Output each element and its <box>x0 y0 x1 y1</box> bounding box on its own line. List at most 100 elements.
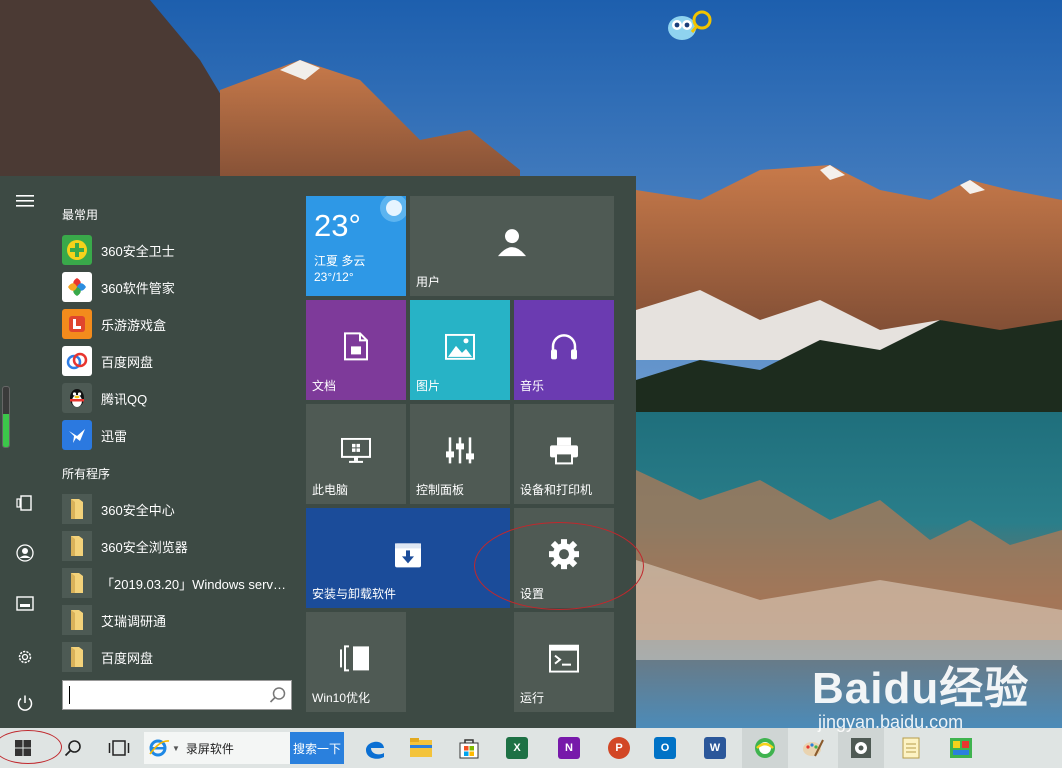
app-item-leyou-game-box[interactable]: 乐游游戏盒 <box>62 307 298 341</box>
powerpoint-icon: P <box>608 737 630 759</box>
taskbar-app-notepad[interactable] <box>888 728 934 768</box>
search-input[interactable] <box>67 681 261 709</box>
xunlei-bird-icon <box>62 420 92 450</box>
360-software-manager-icon <box>62 272 92 302</box>
taskbar-app-excel[interactable]: X <box>494 728 540 768</box>
tile-label: 控制面板 <box>416 483 465 497</box>
tile-label: 文档 <box>312 379 337 393</box>
tablet-mode-icon[interactable] <box>12 490 38 516</box>
folder-icon <box>62 494 92 524</box>
file-explorer-rail-icon[interactable] <box>12 590 38 616</box>
taskbar-app-outlook[interactable]: O <box>642 728 688 768</box>
install-box-icon <box>395 543 421 568</box>
tile-user[interactable]: 用户 <box>410 196 614 296</box>
dropdown-arrow-icon[interactable]: ▼ <box>172 744 180 753</box>
app-label: 艾瑞调研通 <box>101 613 167 629</box>
weather-range: 23°/12° <box>314 270 354 284</box>
excel-icon: X <box>506 737 528 759</box>
start-search-box[interactable] <box>62 680 292 710</box>
app-label: 360安全卫士 <box>101 243 175 259</box>
app-item-baidu-netdisk[interactable]: 百度网盘 <box>62 344 298 378</box>
taskbar-app-explorer[interactable] <box>398 728 444 768</box>
weather-location: 江夏 多云 <box>314 254 366 268</box>
image-viewer-icon <box>950 738 972 758</box>
settings-gear-icon[interactable] <box>12 644 38 670</box>
picture-icon <box>445 333 475 360</box>
app-label: 乐游游戏盒 <box>101 317 167 333</box>
app-label: 百度网盘 <box>101 650 154 666</box>
app-item-xunlei[interactable]: 迅雷 <box>62 418 298 452</box>
section-title-all-programs: 所有程序 <box>62 467 111 481</box>
tile-this-pc[interactable]: 此电脑 <box>306 404 406 504</box>
app-item-folder-baidu-netdisk[interactable]: 百度网盘 <box>62 640 298 674</box>
store-icon <box>459 739 479 759</box>
taskbar-app-paint[interactable] <box>790 728 836 768</box>
app-item-360-safeguard[interactable]: 360安全卫士 <box>62 233 298 267</box>
taskbar-app-powerpoint[interactable]: P <box>596 728 642 768</box>
taskbar-app-onenote[interactable]: N <box>546 728 592 768</box>
app-label: 360软件管家 <box>101 280 175 296</box>
tile-label: Win10优化 <box>312 691 371 705</box>
tile-pictures[interactable]: 图片 <box>410 300 510 400</box>
word-icon: W <box>704 737 726 759</box>
weather-temperature: 23° <box>314 208 361 243</box>
tile-label: 用户 <box>416 275 441 289</box>
taskbar-search-field[interactable]: ▼ 录屏软件 <box>144 732 290 764</box>
app-label: 百度网盘 <box>101 354 154 370</box>
tile-run[interactable]: 运行 <box>514 612 614 712</box>
app-item-folder-airui[interactable]: 艾瑞调研通 <box>62 603 298 637</box>
app-item-360-software-manager[interactable]: 360软件管家 <box>62 270 298 304</box>
power-icon[interactable] <box>12 690 38 716</box>
watermark-logo: Baidu经验 <box>812 664 1030 713</box>
tile-devices-printers[interactable]: 设备和打印机 <box>514 404 614 504</box>
app-item-folder-windows-server[interactable]: 「2019.03.20」Windows server... <box>62 566 298 600</box>
sun-icon <box>380 196 406 222</box>
sliders-icon <box>446 437 474 464</box>
tile-documents[interactable]: 文档 <box>306 300 406 400</box>
app-item-tencent-qq[interactable]: 腾讯QQ <box>62 381 298 415</box>
taskbar-app-settings[interactable] <box>838 728 884 768</box>
search-go-button[interactable]: 搜索一下 <box>290 732 344 764</box>
start-menu: 最常用 360安全卫士 360软件管家 乐游游戏盒 百度网盘 腾讯QQ 迅雷 所… <box>0 176 644 728</box>
folder-icon <box>62 568 92 598</box>
tile-weather[interactable]: 23° 江夏 多云 23°/12° <box>306 196 406 296</box>
tile-label: 运行 <box>520 691 545 705</box>
tile-label: 设备和打印机 <box>520 483 593 497</box>
tile-label: 此电脑 <box>312 483 349 497</box>
taskbar-app-image-viewer[interactable] <box>938 728 984 768</box>
360-browser-icon <box>755 738 775 758</box>
taskbar-app-360-browser[interactable] <box>742 728 788 768</box>
taskbar-app-store[interactable] <box>446 728 492 768</box>
app-item-folder-360-browser[interactable]: 360安全浏览器 <box>62 529 298 563</box>
search-icon[interactable] <box>269 686 287 704</box>
taskbar-app-word[interactable]: W <box>692 728 738 768</box>
tile-music[interactable]: 音乐 <box>514 300 614 400</box>
document-icon <box>344 332 368 361</box>
task-view-button[interactable] <box>96 728 142 768</box>
app-label: 「2019.03.20」Windows server... <box>101 576 293 592</box>
baidu-jingyan-watermark: Baidu经验 jingyan.baidu.com <box>812 652 1030 732</box>
taskbar: ▼ 录屏软件 搜索一下 X N P O W <box>0 728 1062 768</box>
outlook-icon: O <box>654 737 676 759</box>
printer-icon <box>550 437 578 465</box>
owl-mascot-icon <box>668 10 712 40</box>
scroll-indicator[interactable] <box>2 386 10 448</box>
edge-icon <box>366 741 384 759</box>
start-rail <box>0 176 50 728</box>
app-list: 最常用 360安全卫士 360软件管家 乐游游戏盒 百度网盘 腾讯QQ 迅雷 所… <box>56 176 298 728</box>
taskbar-app-edge[interactable] <box>352 728 398 768</box>
hamburger-menu-icon[interactable] <box>12 188 38 214</box>
tile-label: 安装与卸载软件 <box>312 587 397 601</box>
file-explorer-icon <box>410 738 432 757</box>
text-caret <box>69 686 70 704</box>
user-account-icon[interactable] <box>12 540 38 566</box>
monitor-icon <box>341 437 371 463</box>
taskbar-search-button[interactable] <box>50 728 96 768</box>
baidu-netdisk-icon <box>62 346 92 376</box>
tile-control-panel[interactable]: 控制面板 <box>410 404 510 504</box>
user-icon <box>498 229 526 257</box>
folder-icon <box>62 531 92 561</box>
tile-win10-optimize[interactable]: Win10优化 <box>306 612 406 712</box>
app-item-folder-360-security-center[interactable]: 360安全中心 <box>62 492 298 526</box>
folder-icon <box>62 605 92 635</box>
